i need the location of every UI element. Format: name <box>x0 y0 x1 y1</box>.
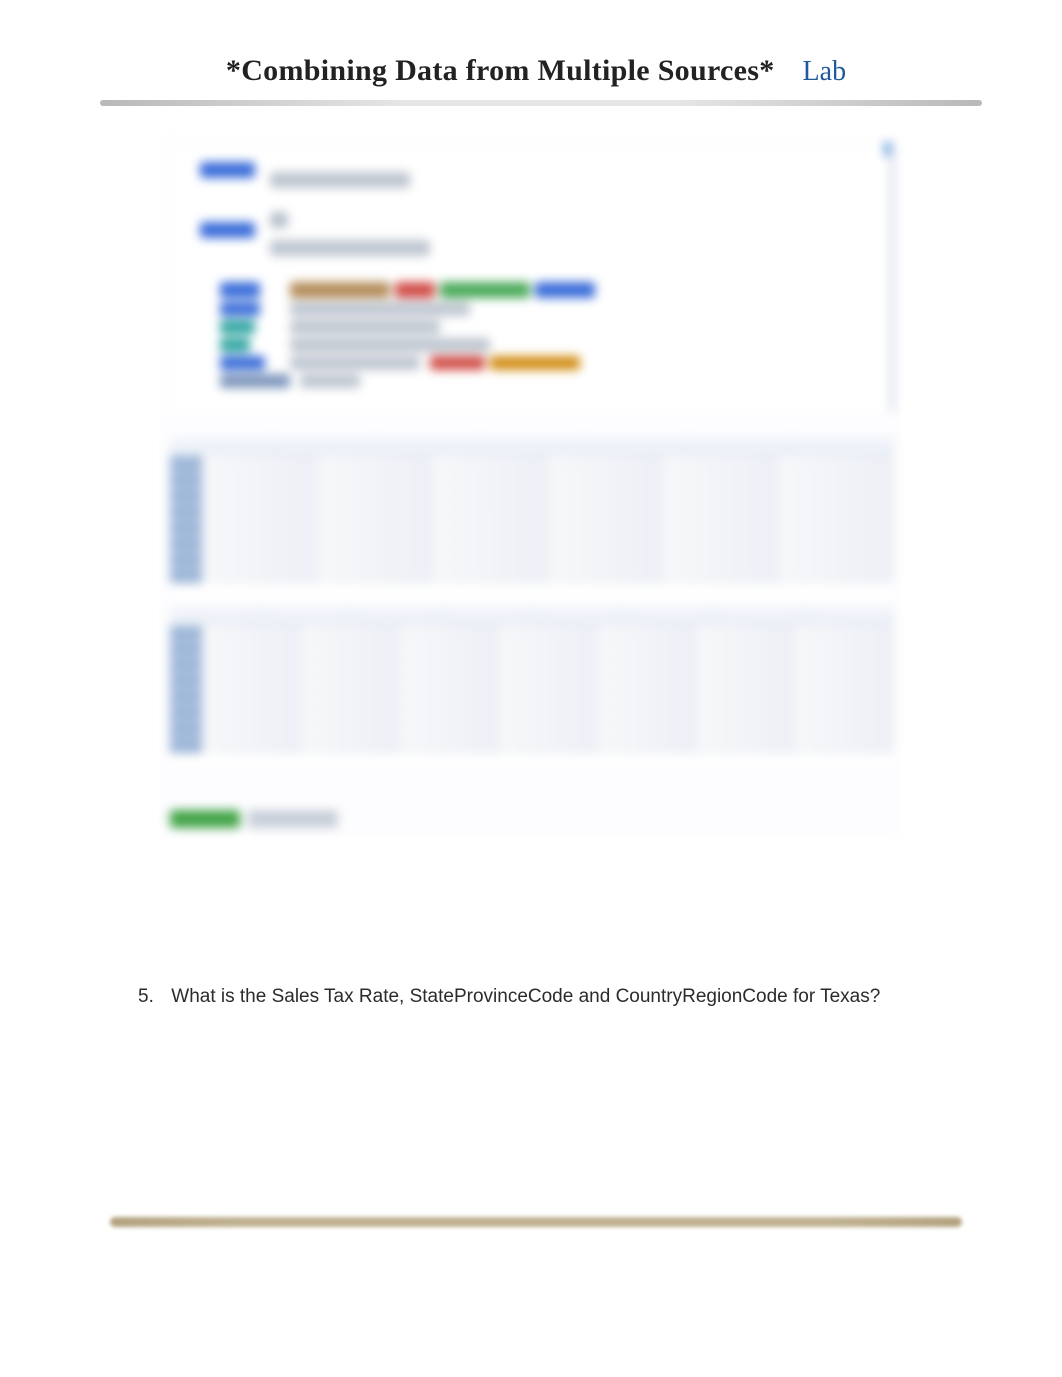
results-grid-1 <box>170 436 894 596</box>
embedded-screenshot <box>160 136 900 836</box>
question-item: 5. What is the Sales Tax Rate, StateProv… <box>100 986 982 1008</box>
footer-divider <box>110 1217 962 1227</box>
status-bar <box>170 810 370 828</box>
lab-badge: Lab <box>793 50 857 94</box>
header-divider <box>100 100 982 106</box>
results-grid-2 <box>170 606 894 766</box>
page-title: *Combining Data from Multiple Sources* <box>226 54 775 88</box>
question-number: 5. <box>138 986 166 1008</box>
code-editor-pane <box>170 142 894 412</box>
page-header: *Combining Data from Multiple Sources* L… <box>100 50 982 106</box>
document-page: *Combining Data from Multiple Sources* L… <box>0 0 1062 1377</box>
question-text: What is the Sales Tax Rate, StateProvinc… <box>171 986 880 1007</box>
